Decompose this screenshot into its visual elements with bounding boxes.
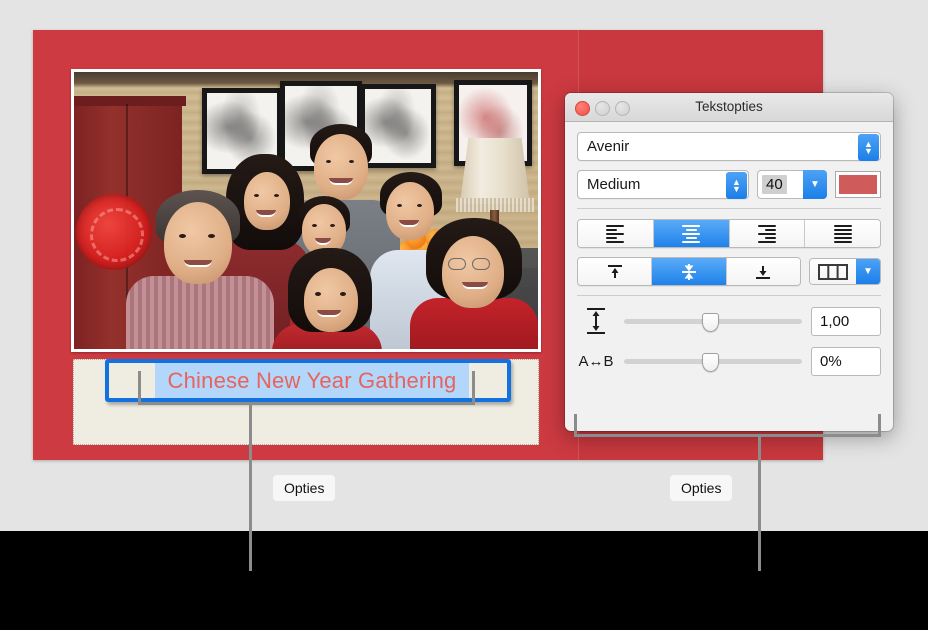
window-body: Avenir ▲ ▼ Medium ▲ ▼ 40 ▼ ▼ 1,00 A↔B 0% — [565, 122, 893, 376]
character-spacing-value: 0% — [820, 353, 842, 370]
line-spacing-value: 1,00 — [820, 312, 850, 330]
divider-2 — [577, 295, 881, 296]
font-family-row: Avenir ▲ ▼ — [577, 132, 881, 161]
align-left-button[interactable] — [578, 220, 654, 247]
line-spacing-slider[interactable] — [624, 312, 802, 332]
align-bottom-button[interactable] — [726, 258, 800, 285]
line-spacing-icon — [577, 306, 615, 336]
font-style-row: Medium ▲ ▼ 40 ▼ — [577, 170, 881, 199]
callout-left-leader — [249, 402, 252, 571]
font-size-input[interactable]: 40 — [757, 170, 803, 199]
columns-icon-cell[interactable] — [810, 259, 856, 284]
character-spacing-slider-knob[interactable] — [702, 353, 720, 372]
chevron-updown-icon[interactable]: ▲ ▼ — [726, 172, 747, 199]
align-top-icon — [607, 264, 622, 278]
font-size-value: 40 — [762, 175, 787, 194]
window-titlebar[interactable]: Tekstopties — [565, 93, 893, 122]
columns-control[interactable]: ▼ — [809, 258, 881, 285]
align-justify-button[interactable] — [805, 220, 880, 247]
font-style-value: Medium — [587, 176, 641, 193]
font-size-control[interactable]: 40 ▼ — [757, 170, 827, 199]
character-spacing-value-input[interactable]: 0% — [811, 347, 881, 376]
align-middle-icon — [681, 263, 696, 280]
cabinet-top — [74, 96, 186, 106]
line-spacing-slider-knob[interactable] — [702, 312, 720, 332]
callout-text-options-label: Opties — [273, 475, 336, 501]
align-center-button[interactable] — [653, 220, 730, 247]
align-bottom-icon — [756, 265, 771, 279]
font-family-value: Avenir — [587, 138, 630, 155]
callout-panel-options-label: Opties — [670, 475, 733, 501]
line-spacing-value-input[interactable]: 1,00 — [811, 306, 881, 336]
callout-right-leader — [758, 434, 761, 571]
slide-title-text[interactable]: Chinese New Year Gathering — [155, 363, 469, 398]
line-spacing-glyph — [587, 308, 605, 334]
chevron-down-icon[interactable]: ▼ — [856, 259, 880, 284]
font-family-select[interactable]: Avenir ▲ ▼ — [577, 132, 881, 161]
callout-left-bracket-right — [472, 371, 475, 405]
chevron-down-icon[interactable]: ▼ — [803, 170, 827, 199]
photo-frame[interactable] — [71, 69, 541, 352]
align-left-icon — [606, 223, 625, 245]
columns-icon — [818, 263, 848, 280]
lamp-shade — [460, 138, 530, 204]
character-spacing-row: A↔B 0% — [577, 347, 881, 376]
character-spacing-slider[interactable] — [624, 353, 802, 372]
align-right-icon — [757, 223, 776, 245]
callout-left-bracket-bottom — [138, 402, 475, 405]
horizontal-alignment-group[interactable] — [577, 219, 881, 248]
backdrop-black — [0, 531, 928, 630]
family-photo — [74, 72, 538, 349]
text-color-swatch — [839, 175, 877, 194]
text-options-window[interactable]: Tekstopties Avenir ▲ ▼ Medium ▲ ▼ 40 ▼ ▼… — [565, 93, 893, 431]
align-justify-icon — [833, 223, 852, 245]
line-spacing-row: 1,00 — [577, 306, 881, 336]
window-title: Tekstopties — [695, 99, 763, 114]
align-middle-button[interactable] — [652, 258, 727, 285]
text-color-swatch-button[interactable] — [835, 171, 881, 198]
font-style-select[interactable]: Medium ▲ ▼ — [577, 170, 749, 199]
divider-1 — [577, 208, 881, 209]
chevron-updown-icon[interactable]: ▲ ▼ — [858, 134, 879, 161]
align-center-icon — [682, 223, 701, 245]
character-spacing-icon: A↔B — [578, 353, 614, 370]
vertical-alignment-row: ▼ — [577, 257, 881, 286]
papercut-decoration-icon — [76, 194, 152, 270]
horizontal-alignment-row — [577, 219, 881, 248]
align-top-button[interactable] — [578, 258, 653, 285]
callout-right-bracket-right — [878, 414, 881, 437]
screenshot-root: Chinese New Year Gathering Tekstopties A… — [0, 0, 928, 630]
selected-text-box[interactable]: Chinese New Year Gathering — [105, 359, 511, 402]
callout-right-bracket-bottom — [574, 434, 881, 437]
align-right-button[interactable] — [729, 220, 806, 247]
vertical-alignment-group[interactable] — [577, 257, 801, 286]
callout-left-bracket-left — [138, 371, 141, 405]
